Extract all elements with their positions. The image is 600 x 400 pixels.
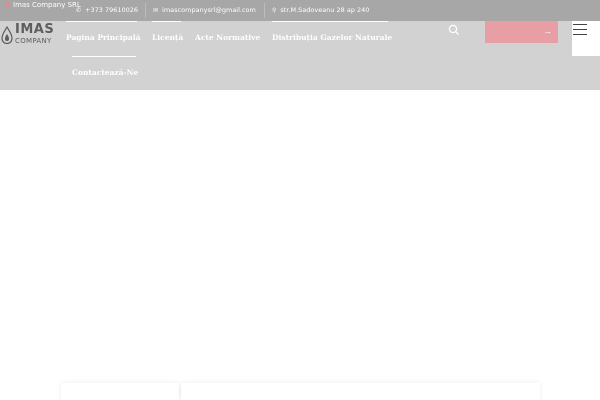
location-icon: ⚲ — [272, 7, 277, 14]
cta-button[interactable]: → — [485, 21, 558, 43]
nav-item-pagina-principala[interactable]: Pagina Principală — [66, 33, 140, 43]
email-icon: ✉ — [153, 7, 159, 14]
brand-flame-icon — [5, 2, 10, 7]
menu-icon — [573, 34, 587, 35]
company-name: Imas Company SRL — [13, 1, 81, 9]
nav-active-indicator — [66, 21, 137, 22]
nav-item-acte-normative[interactable]: Acte Normative — [195, 33, 260, 43]
nav-indicator — [272, 21, 388, 22]
address-contact[interactable]: ⚲ str.M.Sadoveanu 28 ap 240 — [272, 6, 369, 15]
address-text: str.M.Sadoveanu 28 ap 240 — [280, 6, 370, 14]
menu-button[interactable] — [572, 21, 600, 56]
menu-icon — [573, 24, 587, 25]
site-logo[interactable]: IMAS COMPANY — [0, 23, 54, 51]
phone-icon: ✆ — [76, 7, 82, 14]
flame-logo-icon — [1, 26, 13, 45]
nav-item-contacteaza-ne[interactable]: Contactează-Ne — [72, 68, 138, 78]
menu-icon — [573, 29, 587, 30]
divider — [145, 3, 146, 18]
search-icon[interactable] — [448, 24, 460, 36]
logo-text-main: IMAS — [15, 22, 55, 37]
email-text: imascompanysrl@gmail.com — [162, 6, 256, 14]
nav-item-licenta[interactable]: Licență — [152, 33, 183, 43]
phone-contact[interactable]: ✆ +373 79610026 — [76, 6, 138, 15]
arrow-right-icon: → — [543, 26, 552, 36]
divider — [264, 3, 265, 18]
email-contact[interactable]: ✉ imascompanysrl@gmail.com — [153, 6, 256, 15]
feature-card — [61, 383, 179, 400]
nav-indicator — [152, 21, 181, 22]
top-bar: Imas Company SRL ✆ +373 79610026 ✉ imascom… — [0, 0, 600, 21]
feature-card — [181, 383, 540, 400]
nav-indicator — [72, 56, 136, 57]
phone-text: +373 79610026 — [85, 6, 139, 14]
nav-item-distributia-gazelor[interactable]: Distribuția Gazelor Naturale — [272, 33, 392, 43]
logo-text-sub: COMPANY — [15, 37, 52, 45]
